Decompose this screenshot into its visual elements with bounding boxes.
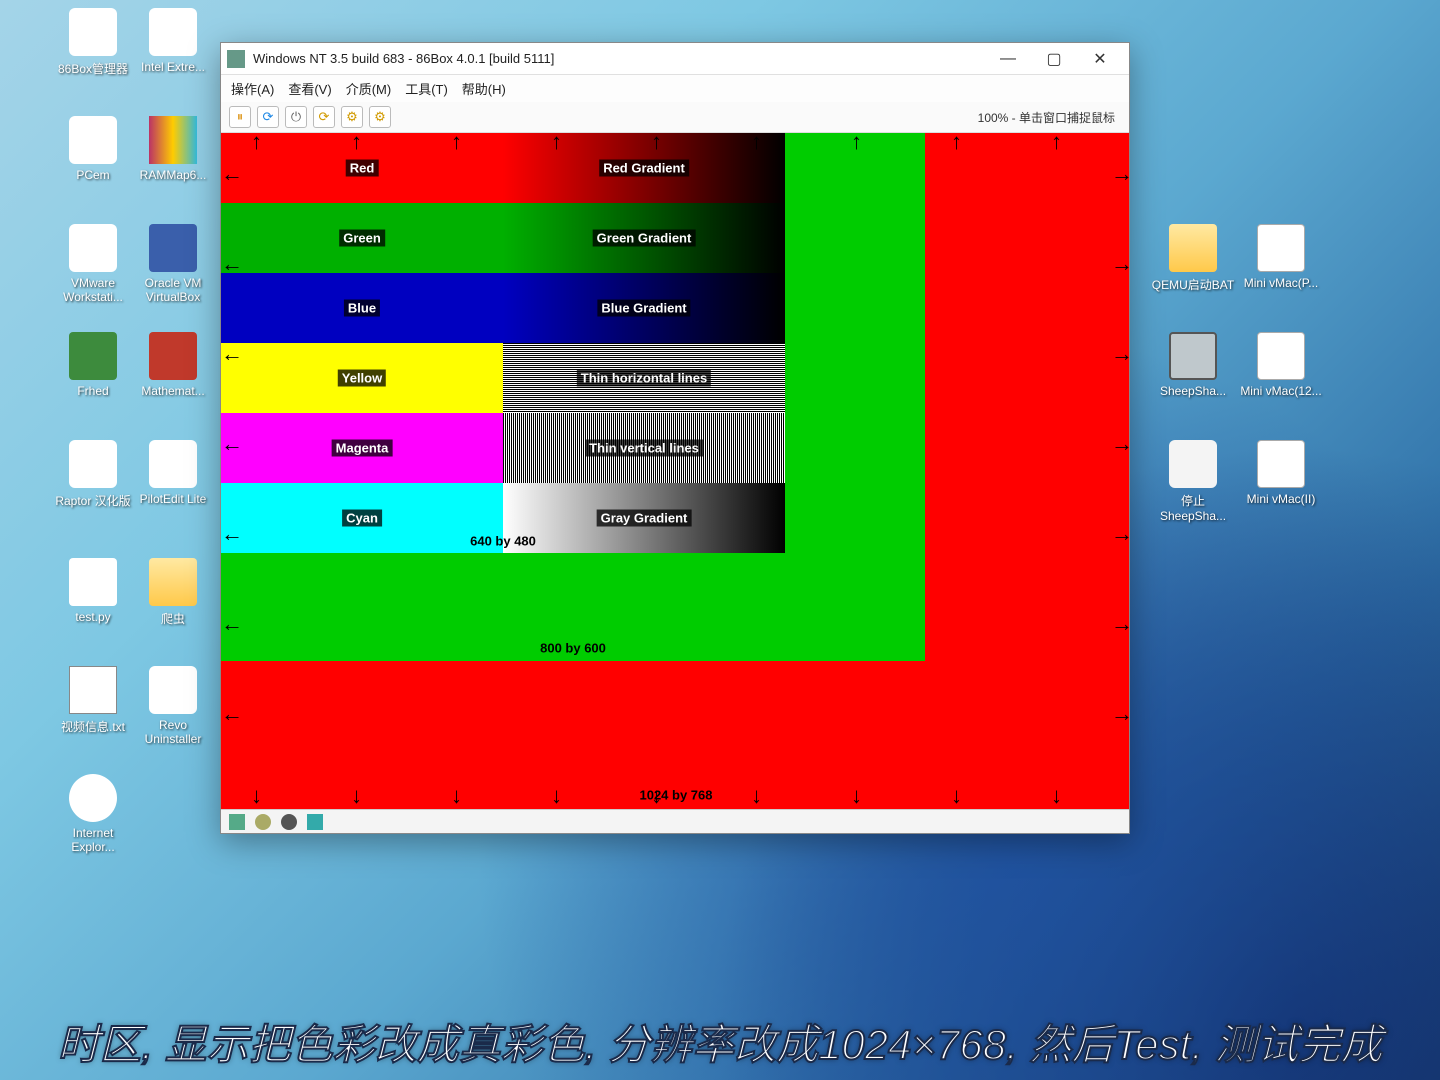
label-blue-g: Blue Gradient	[597, 300, 690, 317]
desktop-icon[interactable]: Revo Uninstaller	[130, 666, 216, 746]
box-icon	[149, 224, 197, 272]
close-button[interactable]: ✕	[1077, 43, 1123, 75]
desktop-icon[interactable]: Raptor 汉化版	[50, 440, 136, 509]
sound-icon	[307, 814, 323, 830]
extra-gear-button[interactable]: ⚙	[369, 106, 391, 128]
vmac-icon	[1257, 440, 1305, 488]
desktop-icon[interactable]: 停止SheepSha...	[1150, 440, 1236, 523]
desktop-icon[interactable]: test.py	[50, 558, 136, 624]
label-1024: 1024 by 768	[635, 787, 716, 804]
window-title: Windows NT 3.5 build 683 - 86Box 4.0.1 […	[253, 51, 985, 66]
desktop-icon[interactable]: Mini vMac(II)	[1238, 440, 1324, 506]
hard-reset-button[interactable]: ⟳	[257, 106, 279, 128]
desktop-icon[interactable]: RAMMap6...	[130, 116, 216, 182]
app-icon	[149, 8, 197, 56]
label-yellow: Yellow	[338, 370, 386, 387]
settings-gear-button[interactable]: ⚙	[341, 106, 363, 128]
desktop-icon[interactable]: 爬虫	[130, 558, 216, 627]
power-button[interactable]: ⏻	[285, 106, 307, 128]
label-red-grad: Red Gradient	[599, 160, 689, 177]
desktop-icon[interactable]: Intel Extre...	[130, 8, 216, 74]
cd-icon	[255, 814, 271, 830]
label-magenta: Magenta	[332, 440, 393, 457]
vmac-icon	[1257, 332, 1305, 380]
app-icon	[149, 440, 197, 488]
desktop-icon[interactable]: PilotEdit Lite	[130, 440, 216, 506]
desktop-icon[interactable]: 86Box管理器	[50, 8, 136, 77]
desktop-icon[interactable]: Oracle VM VirtualBox	[130, 224, 216, 304]
maximize-button[interactable]: ▢	[1031, 43, 1077, 75]
desktop-icon[interactable]: PCem	[50, 116, 136, 182]
floppy-icon	[229, 814, 245, 830]
video-subtitle: 时区, 显示把色彩改成真彩色, 分辨率改成1024×768, 然后Test, 测…	[0, 1011, 1440, 1072]
pause-button[interactable]: ⏸	[229, 106, 251, 128]
label-800: 800 by 600	[536, 640, 610, 657]
app-icon	[69, 116, 117, 164]
stripe-icon	[149, 116, 197, 164]
desktop-icon[interactable]: Mini vMac(P...	[1238, 224, 1324, 290]
zoom-status: 100% - 单击窗口捕捉鼠标	[978, 109, 1121, 126]
emulator-window: Windows NT 3.5 build 683 - 86Box 4.0.1 […	[220, 42, 1130, 834]
app-icon	[69, 8, 117, 56]
gear-icon	[1169, 440, 1217, 488]
mac-icon	[1169, 332, 1217, 380]
folder-icon	[1169, 224, 1217, 272]
desktop-icon[interactable]: Mini vMac(12...	[1238, 332, 1324, 398]
desktop-icon[interactable]: SheepSha...	[1150, 332, 1236, 398]
green-icon	[69, 332, 117, 380]
menu-view[interactable]: 查看(V)	[288, 79, 331, 98]
label-hlines: Thin horizontal lines	[577, 370, 711, 387]
statusbar	[221, 809, 1129, 833]
minimize-button[interactable]: —	[985, 43, 1031, 75]
py-icon	[69, 558, 117, 606]
app-icon	[69, 440, 117, 488]
app-icon	[227, 50, 245, 68]
titlebar[interactable]: Windows NT 3.5 build 683 - 86Box 4.0.1 […	[221, 43, 1129, 75]
label-vlines: Thin vertical lines	[585, 440, 703, 457]
emulated-display[interactable]: Red Red Gradient Green Green Gradient Bl…	[221, 133, 1129, 809]
desktop-icon[interactable]: VMware Workstati...	[50, 224, 136, 304]
menu-media[interactable]: 介质(M)	[346, 79, 392, 98]
folder-icon	[149, 558, 197, 606]
label-blue: Blue	[344, 300, 380, 317]
desktop-icon[interactable]: Internet Explor...	[50, 774, 136, 854]
desktop-icon[interactable]: 视频信息.txt	[50, 666, 136, 735]
app-icon	[149, 666, 197, 714]
menu-help[interactable]: 帮助(H)	[462, 79, 506, 98]
vmac-icon	[1257, 224, 1305, 272]
desktop-icon[interactable]: QEMU启动BAT	[1150, 224, 1236, 293]
hdd-icon	[281, 814, 297, 830]
red-icon	[149, 332, 197, 380]
cad-button[interactable]: ⟳	[313, 106, 335, 128]
desktop-icon[interactable]: Mathemat...	[130, 332, 216, 398]
label-green: Green	[339, 230, 385, 247]
txt-icon	[69, 666, 117, 714]
label-green-g: Green Gradient	[593, 230, 696, 247]
ie-icon	[69, 774, 117, 822]
label-gray: Gray Gradient	[597, 510, 692, 527]
menubar: 操作(A) 查看(V) 介质(M) 工具(T) 帮助(H)	[221, 75, 1129, 102]
desktop-icon[interactable]: Frhed	[50, 332, 136, 398]
label-red: Red	[346, 160, 379, 177]
label-cyan: Cyan	[342, 510, 382, 527]
app-icon	[69, 224, 117, 272]
menu-tools[interactable]: 工具(T)	[405, 79, 448, 98]
menu-action[interactable]: 操作(A)	[231, 79, 274, 98]
label-640: 640 by 480	[466, 533, 540, 550]
